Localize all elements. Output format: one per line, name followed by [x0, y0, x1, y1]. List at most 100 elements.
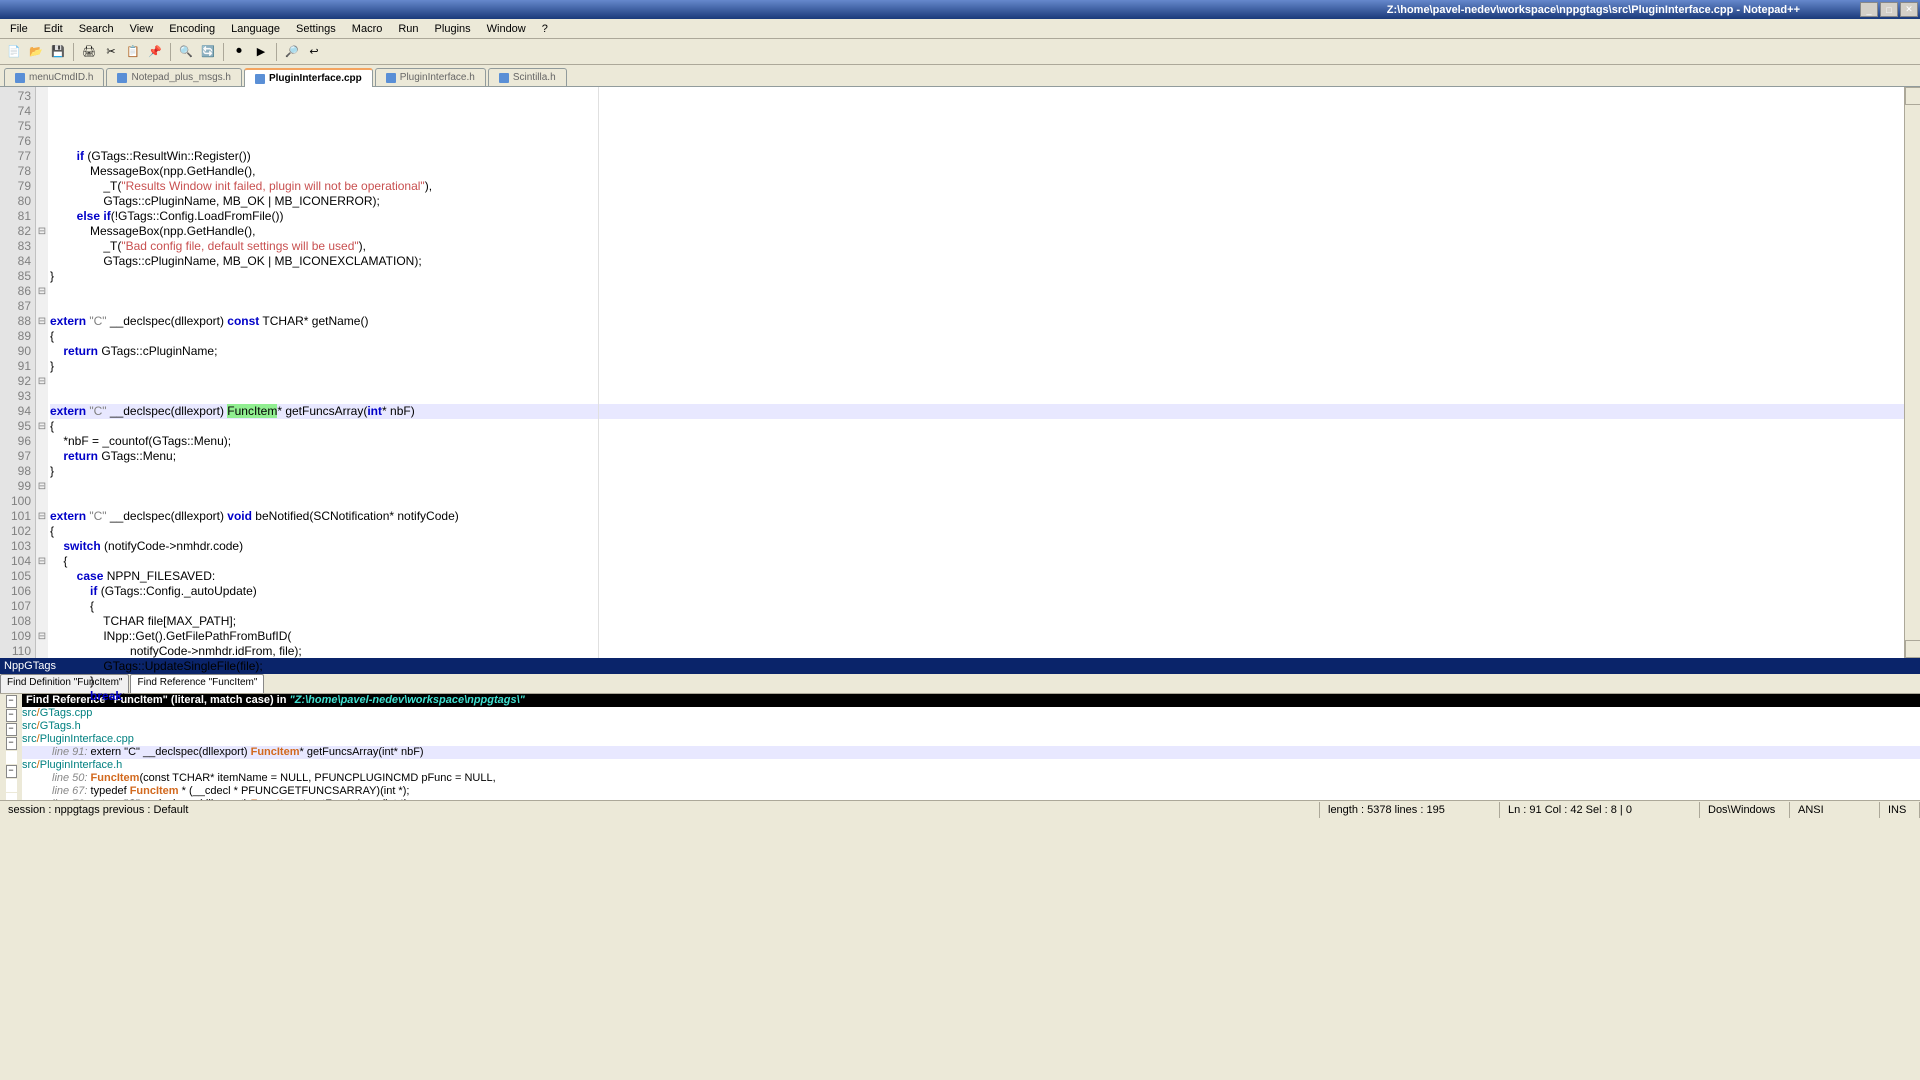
record-icon[interactable]: ⏺	[229, 42, 249, 62]
code-line[interactable]: extern "C" __declspec(dllexport) FuncIte…	[50, 404, 1920, 419]
tab-label: Notepad_plus_msgs.h	[131, 72, 231, 83]
tree-toggle[interactable]: −	[6, 709, 17, 722]
menu-plugins[interactable]: Plugins	[427, 21, 479, 37]
code-line[interactable]: {	[50, 419, 1920, 434]
fold-toggle[interactable]: ⊟	[36, 479, 48, 494]
play-icon[interactable]: ▶	[251, 42, 271, 62]
copy-icon[interactable]: 📋	[123, 42, 143, 62]
code-line[interactable]: {	[50, 524, 1920, 539]
code-line[interactable]: _T("Results Window init failed, plugin w…	[50, 179, 1920, 194]
menu-?[interactable]: ?	[534, 21, 556, 37]
result-file[interactable]: src/GTags.h	[22, 720, 1920, 733]
code-line[interactable]	[50, 284, 1920, 299]
code-line[interactable]	[50, 389, 1920, 404]
fold-toggle[interactable]: ⊟	[36, 419, 48, 434]
code-line[interactable]: switch (notifyCode->nmhdr.code)	[50, 539, 1920, 554]
code-line[interactable]: extern "C" __declspec(dllexport) void be…	[50, 509, 1920, 524]
results-panel[interactable]: −−−−− Find Reference "FuncItem" (literal…	[0, 694, 1920, 800]
menu-file[interactable]: File	[2, 21, 36, 37]
menu-window[interactable]: Window	[479, 21, 534, 37]
code-line[interactable]	[50, 494, 1920, 509]
code-line[interactable]: GTags::cPluginName, MB_OK | MB_ICONERROR…	[50, 194, 1920, 209]
maximize-button[interactable]: □	[1880, 2, 1898, 17]
open-file-icon[interactable]: 📂	[26, 42, 46, 62]
menu-encoding[interactable]: Encoding	[161, 21, 223, 37]
file-tab[interactable]: menuCmdID.h	[4, 68, 104, 86]
code-line[interactable]: if (GTags::Config._autoUpdate)	[50, 584, 1920, 599]
result-file[interactable]: src/PluginInterface.h	[22, 759, 1920, 772]
menu-language[interactable]: Language	[223, 21, 288, 37]
replace-icon[interactable]: 🔄	[198, 42, 218, 62]
tree-toggle[interactable]: −	[6, 723, 17, 736]
code-line[interactable]: *nbF = _countof(GTags::Menu);	[50, 434, 1920, 449]
file-tab[interactable]: Notepad_plus_msgs.h	[106, 68, 242, 86]
code-line[interactable]: GTags::UpdateSingleFile(file);	[50, 659, 1920, 674]
menu-run[interactable]: Run	[390, 21, 426, 37]
menu-macro[interactable]: Macro	[344, 21, 391, 37]
menu-view[interactable]: View	[122, 21, 162, 37]
result-file[interactable]: src/GTags.cpp	[22, 707, 1920, 720]
zoom-icon[interactable]: 🔎	[282, 42, 302, 62]
result-file[interactable]: src/PluginInterface.cpp	[22, 733, 1920, 746]
cut-icon[interactable]: ✂	[101, 42, 121, 62]
code-line[interactable]: MessageBox(npp.GetHandle(),	[50, 164, 1920, 179]
paste-icon[interactable]: 📌	[145, 42, 165, 62]
code-line[interactable]	[50, 299, 1920, 314]
result-line[interactable]: line 50: FuncItem(const TCHAR* itemName …	[22, 772, 1920, 785]
code-line[interactable]: extern "C" __declspec(dllexport) const T…	[50, 314, 1920, 329]
vertical-scrollbar[interactable]	[1904, 87, 1920, 658]
code-area[interactable]: if (GTags::ResultWin::Register()) Messag…	[48, 87, 1920, 658]
code-line[interactable]: {	[50, 554, 1920, 569]
file-tab[interactable]: Scintilla.h	[488, 68, 567, 86]
fold-toggle[interactable]: ⊟	[36, 224, 48, 239]
menu-settings[interactable]: Settings	[288, 21, 344, 37]
code-line[interactable]: else if(!GTags::Config.LoadFromFile())	[50, 209, 1920, 224]
fold-gutter[interactable]: ⊟ ⊟ ⊟ ⊟ ⊟ ⊟ ⊟ ⊟ ⊟	[36, 87, 48, 658]
menu-edit[interactable]: Edit	[36, 21, 71, 37]
code-line[interactable]: }	[50, 674, 1920, 689]
code-line[interactable]: break;	[50, 689, 1920, 704]
fold-toggle[interactable]: ⊟	[36, 629, 48, 644]
code-line[interactable]: INpp::Get().GetFilePathFromBufID(	[50, 629, 1920, 644]
fold-toggle[interactable]: ⊟	[36, 284, 48, 299]
print-icon[interactable]: 🖨	[79, 42, 99, 62]
code-line[interactable]: }	[50, 269, 1920, 284]
new-file-icon[interactable]: 📄	[4, 42, 24, 62]
code-line[interactable]: {	[50, 599, 1920, 614]
minimize-button[interactable]: _	[1860, 2, 1878, 17]
code-line[interactable]: _T("Bad config file, default settings wi…	[50, 239, 1920, 254]
wrap-icon[interactable]: ↩	[304, 42, 324, 62]
code-line[interactable]	[50, 374, 1920, 389]
fold-toggle[interactable]: ⊟	[36, 314, 48, 329]
code-line[interactable]: return GTags::cPluginName;	[50, 344, 1920, 359]
code-line[interactable]: }	[50, 464, 1920, 479]
code-line[interactable]: {	[50, 329, 1920, 344]
code-line[interactable]: case NPPN_FILESAVED:	[50, 569, 1920, 584]
close-button[interactable]: ✕	[1900, 2, 1918, 17]
fold-toggle[interactable]: ⊟	[36, 554, 48, 569]
code-line[interactable]: notifyCode->nmhdr.idFrom, file);	[50, 644, 1920, 659]
result-line[interactable]: line 72: extern "C" __declspec(dllexport…	[22, 798, 1920, 800]
tree-toggle[interactable]: −	[6, 765, 17, 778]
results-tree-gutter[interactable]: −−−−−	[0, 694, 22, 800]
code-line[interactable]: if (GTags::ResultWin::Register())	[50, 149, 1920, 164]
tree-toggle[interactable]: −	[6, 737, 17, 750]
code-line[interactable]: GTags::cPluginName, MB_OK | MB_ICONEXCLA…	[50, 254, 1920, 269]
code-line[interactable]	[50, 479, 1920, 494]
result-line[interactable]: line 67: typedef FuncItem * (__cdecl * P…	[22, 785, 1920, 798]
result-line[interactable]: line 91: extern "C" __declspec(dllexport…	[22, 746, 1920, 759]
code-line[interactable]: }	[50, 359, 1920, 374]
code-line[interactable]: TCHAR file[MAX_PATH];	[50, 614, 1920, 629]
code-line[interactable]: MessageBox(npp.GetHandle(),	[50, 224, 1920, 239]
fold-toggle[interactable]: ⊟	[36, 374, 48, 389]
menu-search[interactable]: Search	[71, 21, 122, 37]
code-line[interactable]: return GTags::Menu;	[50, 449, 1920, 464]
find-icon[interactable]: 🔍	[176, 42, 196, 62]
edge-line	[598, 87, 599, 658]
editor[interactable]: 7374757677787980818283848586878889909192…	[0, 87, 1920, 658]
file-tab[interactable]: PluginInterface.cpp	[244, 68, 373, 87]
fold-toggle[interactable]: ⊟	[36, 509, 48, 524]
code-line[interactable]	[50, 134, 1920, 149]
save-icon[interactable]: 💾	[48, 42, 68, 62]
file-tab[interactable]: PluginInterface.h	[375, 68, 486, 86]
